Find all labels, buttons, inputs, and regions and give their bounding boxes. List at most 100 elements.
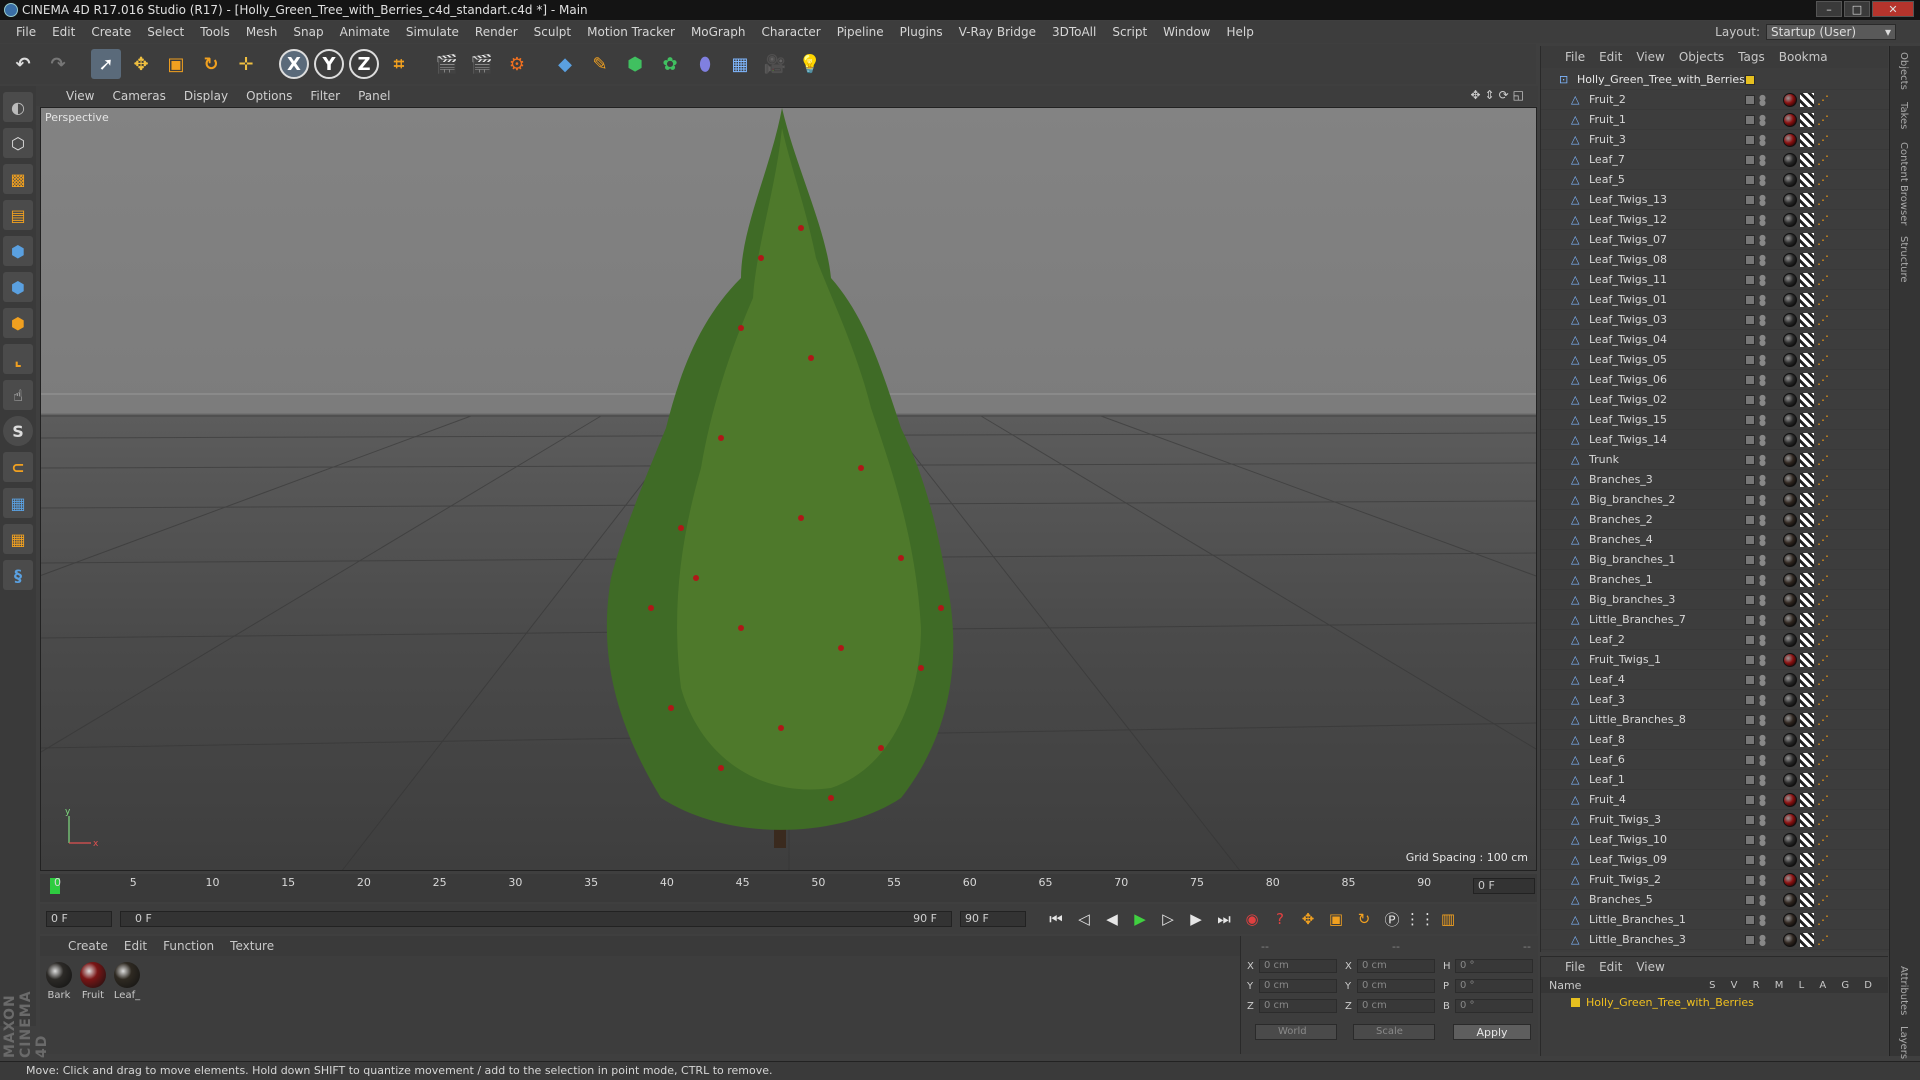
holly-tree-model[interactable]: y x: [41, 108, 1537, 871]
layer-checkbox[interactable]: [1745, 574, 1755, 585]
layer-checkbox[interactable]: [1745, 234, 1755, 245]
phong-tag-icon[interactable]: ⋰: [1817, 773, 1829, 787]
visibility-dots[interactable]: ● ●: [1759, 333, 1766, 346]
next-frame-icon[interactable]: ▷: [1156, 907, 1180, 931]
material-tag-icon[interactable]: [1783, 892, 1797, 907]
cube-object-icon[interactable]: ◆: [550, 49, 580, 79]
phong-tag-icon[interactable]: ⋰: [1817, 813, 1829, 827]
visibility-dots[interactable]: ● ●: [1759, 913, 1766, 926]
visibility-dots[interactable]: ● ●: [1759, 473, 1766, 486]
object-menu-bookma[interactable]: Bookma: [1779, 50, 1828, 64]
material-tag-icon[interactable]: [1783, 492, 1797, 507]
go-to-end-icon[interactable]: ⏭: [1212, 907, 1236, 931]
phong-tag-icon[interactable]: ⋰: [1817, 673, 1829, 687]
material-tag-icon[interactable]: [1783, 652, 1797, 667]
material-tag-icon[interactable]: [1783, 412, 1797, 427]
layer-checkbox[interactable]: [1745, 534, 1755, 545]
material-tag-icon[interactable]: [1783, 472, 1797, 487]
layer-checkbox[interactable]: [1745, 354, 1755, 365]
phong-tag-icon[interactable]: ⋰: [1817, 393, 1829, 407]
viewport-menu-filter[interactable]: Filter: [310, 89, 350, 103]
material-tag-icon[interactable]: [1783, 232, 1797, 247]
layer-checkbox[interactable]: [1745, 94, 1755, 105]
point-mode-icon[interactable]: ⬢: [3, 236, 33, 266]
texture-tag-icon[interactable]: [1800, 412, 1814, 427]
phong-tag-icon[interactable]: ⋰: [1817, 253, 1829, 267]
array-icon[interactable]: ✿: [655, 49, 685, 79]
object-row[interactable]: △ Trunk ● ● ⋰: [1541, 450, 1889, 470]
menu-motion-tracker[interactable]: Motion Tracker: [579, 25, 683, 39]
snap-icon[interactable]: S: [3, 416, 33, 446]
layer-menu-file[interactable]: File: [1565, 960, 1585, 974]
object-row[interactable]: △ Leaf_3 ● ● ⋰: [1541, 690, 1889, 710]
phong-tag-icon[interactable]: ⋰: [1817, 933, 1829, 947]
texture-tag-icon[interactable]: [1800, 932, 1814, 947]
texture-tag-icon[interactable]: [1800, 212, 1814, 227]
layer-checkbox[interactable]: [1745, 774, 1755, 785]
minimize-button[interactable]: –: [1816, 1, 1842, 17]
material-tag-icon[interactable]: [1783, 772, 1797, 787]
layer-checkbox[interactable]: [1745, 634, 1755, 645]
object-row[interactable]: △ Leaf_6 ● ● ⋰: [1541, 750, 1889, 770]
material-tag-icon[interactable]: [1783, 672, 1797, 687]
object-row[interactable]: △ Big_branches_1 ● ● ⋰: [1541, 550, 1889, 570]
visibility-dots[interactable]: ● ●: [1759, 673, 1766, 686]
layer-checkbox[interactable]: [1745, 134, 1755, 145]
material-swatch[interactable]: Leaf_: [112, 962, 142, 1001]
object-row[interactable]: △ Branches_2 ● ● ⋰: [1541, 510, 1889, 530]
side-tab-layers[interactable]: Layers: [1898, 1026, 1909, 1059]
layer-checkbox[interactable]: [1745, 734, 1755, 745]
polygon-mode-icon[interactable]: ⬢: [3, 308, 33, 338]
phong-tag-icon[interactable]: ⋰: [1817, 293, 1829, 307]
phong-tag-icon[interactable]: ⋰: [1817, 913, 1829, 927]
visibility-dots[interactable]: ● ●: [1759, 173, 1766, 186]
phong-tag-icon[interactable]: ⋰: [1817, 553, 1829, 567]
coordinate-value-field[interactable]: 0 cm: [1259, 999, 1337, 1013]
material-menu-create[interactable]: Create: [68, 939, 108, 953]
coordinate-value-field[interactable]: 0 °: [1455, 979, 1533, 993]
undo-icon[interactable]: ↶: [8, 49, 38, 79]
phong-tag-icon[interactable]: ⋰: [1817, 273, 1829, 287]
material-tag-icon[interactable]: [1783, 732, 1797, 747]
material-tag-icon[interactable]: [1783, 372, 1797, 387]
phong-tag-icon[interactable]: ⋰: [1817, 433, 1829, 447]
phong-tag-icon[interactable]: ⋰: [1817, 493, 1829, 507]
object-row[interactable]: △ Leaf_Twigs_03 ● ● ⋰: [1541, 310, 1889, 330]
layer-checkbox[interactable]: [1745, 874, 1755, 885]
python-icon[interactable]: §: [3, 560, 33, 590]
menu-pipeline[interactable]: Pipeline: [829, 25, 892, 39]
phong-tag-icon[interactable]: ⋰: [1817, 793, 1829, 807]
object-row[interactable]: △ Little_Branches_7 ● ● ⋰: [1541, 610, 1889, 630]
previous-frame-icon[interactable]: ◀: [1100, 907, 1124, 931]
visibility-dots[interactable]: ● ●: [1759, 633, 1766, 646]
object-row[interactable]: △ Leaf_Twigs_12 ● ● ⋰: [1541, 210, 1889, 230]
visibility-dots[interactable]: ● ●: [1759, 253, 1766, 266]
phong-tag-icon[interactable]: ⋰: [1817, 573, 1829, 587]
phong-tag-icon[interactable]: ⋰: [1817, 373, 1829, 387]
material-swatch[interactable]: Bark: [44, 962, 74, 1001]
layer-checkbox[interactable]: [1745, 474, 1755, 485]
layout-dropdown[interactable]: Startup (User): [1766, 24, 1896, 40]
texture-tag-icon[interactable]: [1800, 472, 1814, 487]
texture-tag-icon[interactable]: [1800, 672, 1814, 687]
texture-tag-icon[interactable]: [1800, 912, 1814, 927]
visibility-dots[interactable]: ● ●: [1759, 933, 1766, 946]
locked-workplane-icon[interactable]: ▦: [3, 488, 33, 518]
visibility-dots[interactable]: ● ●: [1759, 613, 1766, 626]
visibility-dots[interactable]: ● ●: [1759, 433, 1766, 446]
timeline-ruler[interactable]: 0 F 0 5 10 15 20 25 30 35 40 45 50 55 60 65 70 75 80 85 90: [40, 874, 1537, 902]
menu-script[interactable]: Script: [1104, 25, 1155, 39]
side-tab-attributes[interactable]: Attributes: [1898, 966, 1909, 1015]
visibility-dots[interactable]: ● ●: [1759, 773, 1766, 786]
viewport-menu-display[interactable]: Display: [184, 89, 238, 103]
layer-checkbox[interactable]: [1745, 114, 1755, 125]
texture-tag-icon[interactable]: [1800, 392, 1814, 407]
visibility-dots[interactable]: ● ●: [1759, 453, 1766, 466]
object-row[interactable]: △ Leaf_Twigs_10 ● ● ⋰: [1541, 830, 1889, 850]
material-tag-icon[interactable]: [1783, 192, 1797, 207]
menu-sculpt[interactable]: Sculpt: [526, 25, 579, 39]
scale-tool-icon[interactable]: ▣: [161, 49, 191, 79]
texture-tag-icon[interactable]: [1800, 332, 1814, 347]
object-row[interactable]: △ Leaf_Twigs_01 ● ● ⋰: [1541, 290, 1889, 310]
visibility-dots[interactable]: ● ●: [1759, 553, 1766, 566]
